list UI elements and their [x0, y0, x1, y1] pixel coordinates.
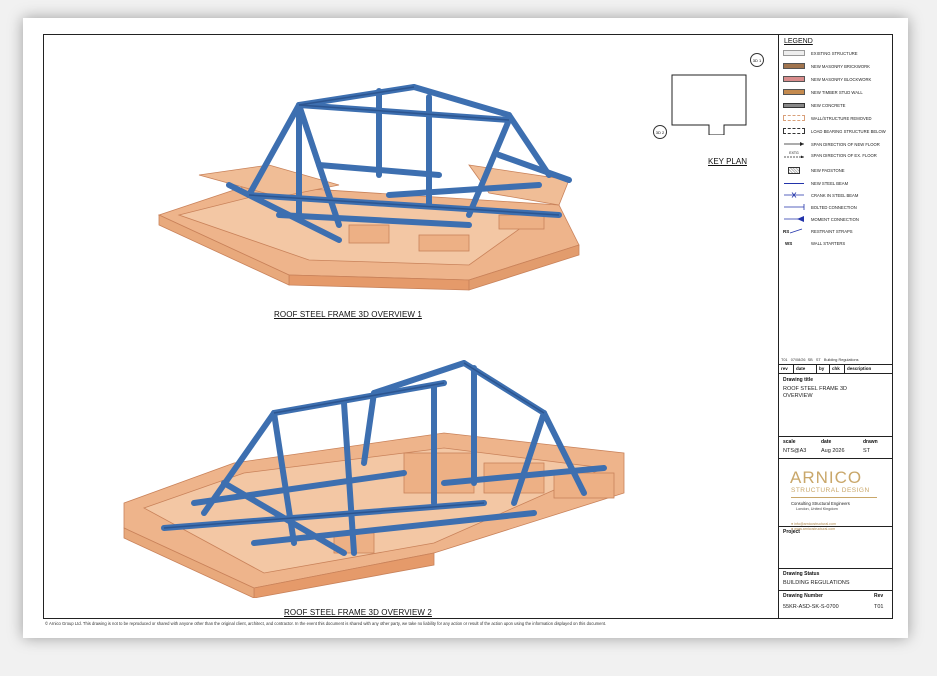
- drawing-title-line1: ROOF STEEL FRAME 3D: [783, 386, 847, 392]
- existing-structure-swatch: [783, 50, 805, 56]
- drawing-title-line2: OVERVIEW: [783, 393, 813, 399]
- legend-item-span-new: SPAN DIRECTION OF NEW FLOOR: [783, 139, 880, 149]
- legend-item-load-bearing: LOAD BEARING STRUCTURE BELOW: [783, 126, 886, 136]
- legend-item-bolted: BOLTED CONNECTION: [783, 202, 857, 212]
- span-new-icon: [783, 141, 805, 147]
- view-caption-1: ROOF STEEL FRAME 3D OVERVIEW 1: [274, 310, 422, 319]
- legend-item-crank: CRANK IN STEEL BEAM: [783, 190, 858, 200]
- company-subtitle: STRUCTURAL DESIGN: [791, 487, 870, 494]
- legend-item-wall-starter: WS WALL STARTERS: [785, 240, 846, 246]
- legend-title: LEGEND: [784, 38, 813, 45]
- legend-item-restraint: RS RESTRAINT STRAPS: [783, 228, 853, 234]
- legend-item-concrete: NEW CONCRETE: [783, 100, 845, 110]
- padstone-swatch: [783, 166, 805, 174]
- rev-value: T01: [874, 604, 884, 610]
- status-value: BUILDING REGULATIONS: [783, 580, 850, 586]
- section-marker-3d2: 3D 2: [653, 125, 667, 139]
- timber-stud-swatch: [783, 89, 805, 95]
- legend-item-brickwork: NEW MASONRY BRICKWORK: [783, 61, 870, 71]
- copyright-footer: © Arnico Group Ltd. This drawing is not …: [45, 621, 607, 626]
- rule: [779, 373, 892, 374]
- legend-item-span-existing: EXTG SPAN DIRECTION OF EX. FLOOR: [783, 150, 877, 160]
- span-existing-icon: EXTG: [783, 151, 805, 158]
- key-plan-label: KEY PLAN: [708, 157, 747, 166]
- logo-rule: [791, 497, 877, 498]
- restraint-strap-icon: RS: [783, 228, 805, 234]
- legend-item-steel-beam: NEW STEEL BEAM: [783, 178, 848, 188]
- rule: [779, 568, 892, 569]
- timber-walls-2: [123, 432, 625, 598]
- drawing-title-label: Drawing title: [783, 377, 814, 383]
- drawing-border: ROOF STEEL FRAME 3D OVERVIEW 1 ROOF STEE…: [43, 34, 893, 619]
- bolted-connection-icon: [783, 204, 805, 210]
- legend-item-padstone: NEW PADSTONE: [783, 165, 845, 175]
- drawing-sheet: ROOF STEEL FRAME 3D OVERVIEW 1 ROOF STEE…: [23, 18, 908, 638]
- number-value: 55KR-ASD-SK-S-0700: [783, 604, 839, 610]
- company-name: ARNICO: [790, 468, 863, 487]
- view-caption-2: ROOF STEEL FRAME 3D OVERVIEW 2: [284, 608, 432, 617]
- section-marker-3d1: 3D 1: [750, 53, 764, 67]
- revision-header: rev date by chk description: [781, 365, 872, 373]
- drawn-label: drawn: [863, 439, 878, 445]
- company-logo-block: ARNICO STRUCTURAL DESIGN Consulting Stru…: [779, 450, 892, 550]
- company-location: London, United Kingdom: [796, 507, 838, 511]
- roof-frame-view-1: [157, 84, 580, 291]
- blockwork-swatch: [783, 76, 805, 82]
- legend-item-moment: MOMENT CONNECTION: [783, 214, 859, 224]
- legend-item-removed: WALL/STRUCTURE REMOVED: [783, 113, 872, 123]
- moment-connection-icon: [783, 216, 805, 222]
- scale-label: scale: [783, 439, 796, 445]
- wall-starter-icon: WS: [785, 240, 793, 246]
- status-label: Drawing Status: [783, 571, 820, 577]
- number-label: Drawing Number: [783, 593, 824, 599]
- legend-item-blockwork: NEW MASONRY BLOCKWORK: [783, 74, 871, 84]
- key-plan-outline: [671, 74, 747, 135]
- revision-row: T01 07/08/26 SB ST Building Regulations: [781, 358, 859, 362]
- project-label: Project: [783, 529, 800, 535]
- rule: [779, 590, 892, 591]
- rule: [779, 436, 892, 437]
- title-panel: LEGEND EXISTING STRUCTURE NEW MASONRY BR…: [779, 35, 892, 618]
- roof-frame-view-2: [123, 360, 625, 598]
- concrete-swatch: [783, 102, 805, 108]
- removed-swatch: [783, 115, 805, 121]
- brickwork-swatch: [783, 63, 805, 69]
- rule: [779, 526, 892, 527]
- rev-label: Rev: [874, 593, 884, 599]
- legend-item-existing: EXISTING STRUCTURE: [783, 48, 858, 58]
- load-bearing-swatch: [783, 128, 805, 134]
- crank-icon: [783, 192, 805, 198]
- steel-beam-icon: [783, 180, 805, 186]
- company-tagline: Consulting Structural Engineers: [791, 501, 850, 506]
- date-label: date: [821, 439, 832, 445]
- legend-item-timber: NEW TIMBER STUD WALL: [783, 87, 863, 97]
